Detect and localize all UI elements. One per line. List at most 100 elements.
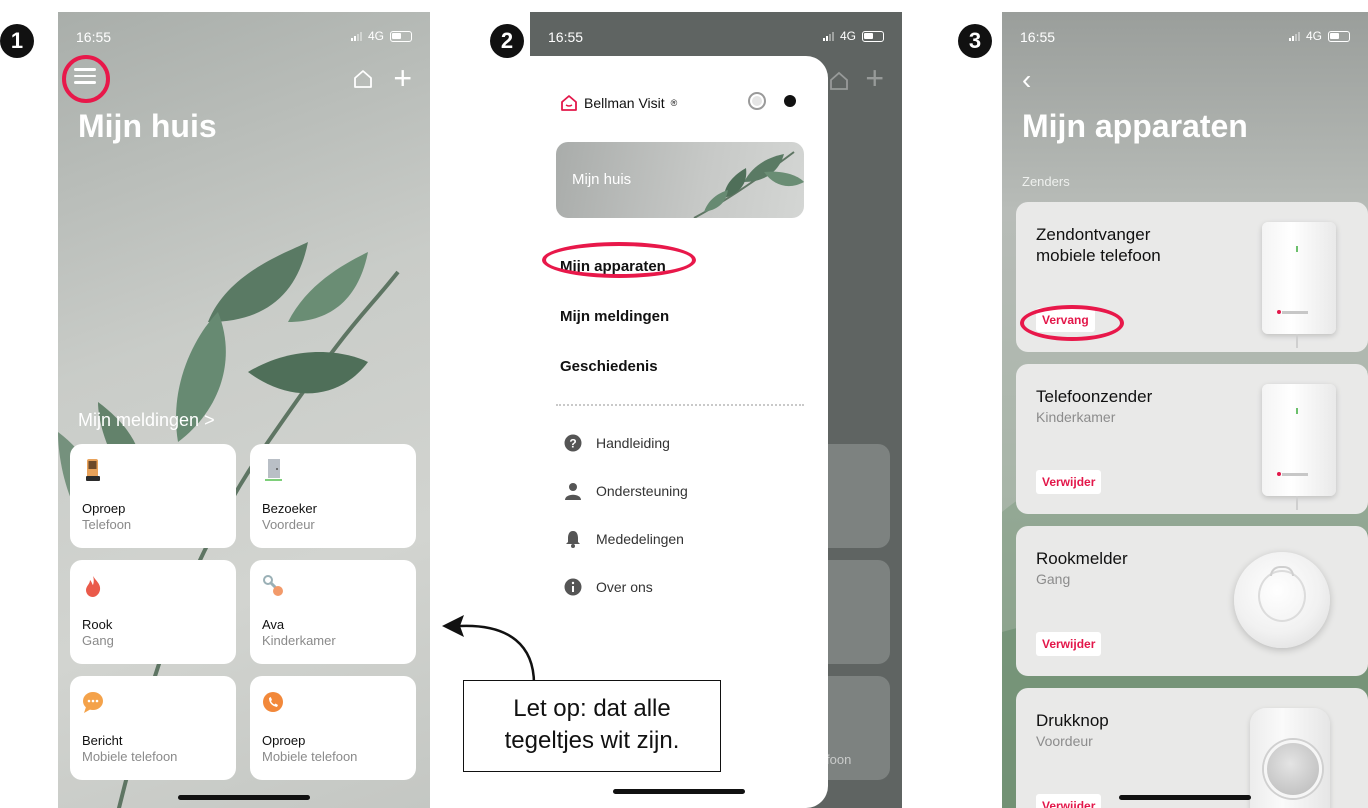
network-label: 4G: [1305, 29, 1322, 43]
push-button-device-image: [1250, 708, 1330, 808]
tile-subtitle: Gang: [82, 633, 114, 648]
phone-transmitter-image: [1262, 384, 1336, 510]
back-chevron-icon[interactable]: ‹: [1022, 64, 1031, 96]
brand-name: Bellman Visit: [584, 95, 665, 111]
annotation-callout: Let op: dat alle tegeltjes wit zijn.: [463, 680, 721, 772]
tile-subtitle: Kinderkamer: [262, 633, 336, 648]
callout-line-1: Let op: dat alle: [513, 695, 671, 722]
device-subtitle: Gang: [1036, 571, 1071, 587]
device-subtitle: Voordeur: [1036, 733, 1093, 749]
chevron-right-icon: >: [204, 410, 215, 430]
menu-item-geschiedenis[interactable]: Geschiedenis: [560, 358, 658, 375]
signal-icon: [1288, 31, 1300, 41]
tile-rook-gang[interactable]: Rook Gang: [70, 560, 236, 664]
tile-title: Oproep: [262, 733, 306, 748]
network-label: 4G: [367, 29, 384, 43]
hero-label: Mijn huis: [572, 171, 632, 188]
step-badge-2: 2: [490, 24, 524, 58]
signal-icon: [822, 31, 834, 41]
section-label: Zenders: [1022, 174, 1070, 189]
device-title: Telefoonzender Kinderkamer: [1036, 386, 1206, 428]
menu-item-label: Ondersteuning: [596, 483, 688, 499]
status-bar: 16:55 4G: [530, 12, 902, 58]
brand-logo: Bellman Visit ®: [560, 94, 677, 112]
menu-item-label: Mededelingen: [596, 531, 684, 547]
remove-button[interactable]: Verwijder: [1036, 470, 1102, 494]
tile-bezoeker-voordeur[interactable]: Bezoeker Voordeur: [250, 444, 416, 548]
status-bar: 16:55 4G: [58, 12, 430, 58]
chat-bubble-icon: [83, 692, 103, 713]
plus-icon[interactable]: +: [393, 60, 412, 97]
status-indicators: 4G: [822, 29, 884, 43]
svg-text:?: ?: [569, 437, 576, 451]
eucalyptus-decoration: [693, 151, 804, 218]
tile-title: Oproep: [82, 501, 126, 516]
step-badge-3: 3: [958, 24, 992, 58]
menu-item-mededelingen[interactable]: Mededelingen: [564, 530, 684, 548]
signal-icon: [350, 31, 362, 41]
tile-subtitle: Voordeur: [262, 517, 315, 532]
battery-icon: [862, 30, 884, 42]
hamburger-menu-icon[interactable]: [72, 64, 98, 90]
page-title: Mijn apparaten: [1022, 108, 1248, 144]
phone-screen-home: 16:55 4G + Mijn huis Mijn meldingen > Op…: [58, 12, 430, 808]
status-indicators: 4G: [1288, 29, 1350, 43]
light-mode-icon[interactable]: [748, 92, 766, 110]
battery-icon: [390, 30, 412, 42]
step-badge-1: 1: [0, 24, 34, 58]
tile-subtitle: Mobiele telefoon: [262, 749, 358, 764]
menu-item-mijn-meldingen[interactable]: Mijn meldingen: [560, 308, 669, 325]
device-title: Zendontvanger mobiele telefoon: [1036, 225, 1161, 265]
tile-title: Bericht: [82, 733, 123, 748]
menu-item-handleiding[interactable]: ? Handleiding: [564, 434, 670, 452]
tile-title: Ava: [262, 617, 285, 632]
status-bar: 16:55 4G: [1002, 12, 1368, 58]
home-icon[interactable]: [352, 68, 374, 90]
device-title: Rookmelder Gang: [1036, 548, 1206, 590]
tile-bericht-mobiel[interactable]: Bericht Mobiele telefoon: [70, 676, 236, 780]
menu-item-mijn-apparaten[interactable]: Mijn apparaten: [560, 258, 666, 275]
device-card[interactable]: Zendontvanger mobiele telefoon Vervang: [1016, 202, 1368, 352]
background-text: foon: [826, 752, 852, 767]
flame-icon: [86, 576, 101, 597]
annotation-arrow: [442, 615, 536, 685]
door-icon: [265, 459, 282, 481]
status-time: 16:55: [1020, 29, 1056, 45]
home-indicator[interactable]: [613, 789, 745, 794]
menu-item-label: Over ons: [596, 579, 653, 595]
menu-item-over-ons[interactable]: Over ons: [564, 578, 653, 596]
status-indicators: 4G: [350, 29, 412, 43]
replace-button[interactable]: Vervang: [1036, 308, 1095, 332]
menu-item-label: Handleiding: [596, 435, 670, 451]
device-card[interactable]: Rookmelder Gang Verwijder: [1016, 526, 1368, 676]
battery-icon: [1328, 30, 1350, 42]
device-subtitle: Kinderkamer: [1036, 409, 1116, 425]
menu-item-ondersteuning[interactable]: Ondersteuning: [564, 482, 688, 500]
home-indicator[interactable]: [178, 795, 310, 800]
device-card[interactable]: Telefoonzender Kinderkamer Verwijder: [1016, 364, 1368, 514]
home-hero-card[interactable]: Mijn huis: [556, 142, 804, 218]
bell-icon: [566, 531, 580, 548]
page-title: Mijn huis: [78, 108, 217, 144]
person-icon: [565, 483, 581, 500]
question-circle-icon: ?: [564, 434, 582, 452]
tile-oproep-mobiel[interactable]: Oproep Mobiele telefoon: [250, 676, 416, 780]
home-icon: [830, 71, 848, 90]
remove-button[interactable]: Verwijder: [1036, 632, 1102, 656]
transceiver-device-image: [1262, 222, 1336, 348]
tutorial-screenshot: 1 2 3 16:55 4G + Mijn huis Mijn meldinge…: [0, 0, 1368, 808]
theme-toggle[interactable]: [748, 92, 796, 110]
phone-screen-devices: 16:55 4G ‹ Mijn apparaten Zenders Zendon…: [1002, 12, 1368, 808]
tile-ava-kinderkamer[interactable]: Ava Kinderkamer: [250, 560, 416, 664]
notifications-link[interactable]: Mijn meldingen >: [78, 410, 215, 431]
plus-icon: +: [865, 60, 884, 96]
tile-oproep-telefoon[interactable]: Oproep Telefoon: [70, 444, 236, 548]
dark-mode-icon[interactable]: [784, 95, 796, 107]
device-card[interactable]: Drukknop Voordeur Verwijder: [1016, 688, 1368, 808]
device-title: Drukknop Voordeur: [1036, 710, 1206, 752]
home-indicator[interactable]: [1119, 795, 1251, 800]
remove-button[interactable]: Verwijder: [1036, 794, 1102, 808]
tile-title: Bezoeker: [262, 501, 317, 516]
info-circle-icon: [564, 578, 582, 596]
tile-subtitle: Telefoon: [82, 517, 132, 532]
